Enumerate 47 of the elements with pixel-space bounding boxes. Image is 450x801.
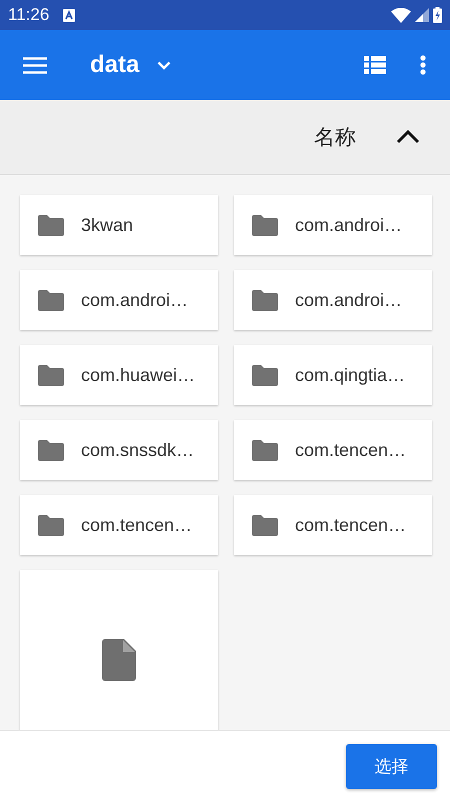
folder-name: com.tencen… xyxy=(295,514,406,536)
folder-icon xyxy=(38,214,64,236)
folder-card[interactable]: com.tencen… xyxy=(20,495,218,555)
folder-name: com.androi… xyxy=(81,290,188,310)
folder-icon xyxy=(38,364,64,386)
signal-icon xyxy=(415,8,429,22)
folder-card[interactable]: com.snssdk… xyxy=(20,420,218,480)
folder-title: data xyxy=(90,51,140,79)
folder-card[interactable]: com.tencen… xyxy=(234,495,432,555)
chevron-up-icon xyxy=(396,130,420,144)
menu-icon xyxy=(23,56,47,74)
folder-icon xyxy=(252,214,278,236)
folder-icon xyxy=(252,440,278,460)
folder-icon xyxy=(38,290,64,310)
select-button[interactable]: 选择 xyxy=(346,744,437,788)
file-card[interactable] xyxy=(20,570,218,730)
folder-icon xyxy=(38,440,64,460)
battery-icon xyxy=(433,7,442,23)
folder-card[interactable]: com.androi… xyxy=(20,270,218,330)
chevron-down-icon xyxy=(157,60,172,70)
sort-order-button[interactable] xyxy=(396,130,420,144)
folder-card[interactable]: com.qingtia… xyxy=(234,345,432,405)
folder-name: com.androi… xyxy=(295,290,402,310)
wifi-icon xyxy=(391,8,411,22)
folder-icon xyxy=(252,364,278,386)
folder-icon xyxy=(252,290,278,310)
folder-name: com.qingtia… xyxy=(295,364,406,386)
list-view-icon xyxy=(364,56,386,74)
status-time: 11:26 xyxy=(8,5,50,25)
folder-card[interactable]: com.androi… xyxy=(234,195,432,255)
folder-name: com.huawei… xyxy=(81,364,196,386)
folder-name: com.tencen… xyxy=(81,514,192,536)
sort-label[interactable]: 名称 xyxy=(314,123,356,151)
folder-card[interactable]: com.tencen… xyxy=(234,420,432,480)
folder-name: 3kwan xyxy=(81,214,134,236)
folder-card[interactable]: 3kwan xyxy=(20,195,218,255)
folder-card[interactable]: com.huawei… xyxy=(20,345,218,405)
folder-card[interactable]: com.androi… xyxy=(234,270,432,330)
notification-icon xyxy=(63,8,76,22)
folder-icon xyxy=(252,514,278,536)
more-icon xyxy=(420,55,426,75)
folder-name: com.androi… xyxy=(295,214,402,236)
folder-name: com.tencen… xyxy=(295,440,406,460)
dropdown-button[interactable] xyxy=(157,60,172,70)
folder-name: com.snssdk… xyxy=(81,440,194,460)
file-icon xyxy=(102,639,136,681)
folder-icon xyxy=(38,514,64,536)
